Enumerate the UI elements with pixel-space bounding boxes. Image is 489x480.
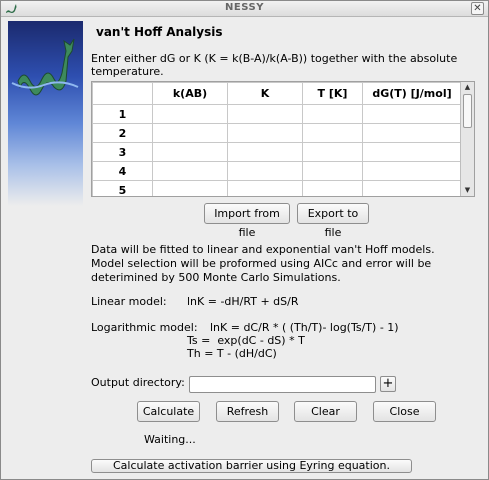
nessy-logo-image [8, 21, 83, 206]
status-text: Waiting... [144, 433, 196, 446]
table-cell[interactable] [152, 142, 228, 162]
info-line-1: Data will be fitted to linear and expone… [91, 243, 435, 256]
column-header-dg[interactable]: dG(T) [J/mol] [362, 82, 462, 105]
table-corner-cell [92, 82, 153, 105]
row-header[interactable]: 5 [92, 180, 153, 196]
table-header-row: k(AB) K T [K] dG(T) [J/mol] [92, 82, 462, 105]
table-row: 4 [92, 161, 462, 181]
scrollbar-thumb[interactable] [463, 94, 472, 128]
import-from-file-button[interactable]: Import from file [204, 203, 290, 239]
info-line-2: Model selection will be proformed using … [91, 257, 432, 270]
window-title: NESSY [225, 2, 264, 13]
table-row: 3 [92, 142, 462, 162]
table-cell[interactable] [227, 180, 303, 196]
output-directory-input[interactable] [189, 376, 376, 393]
table-row: 1 [92, 104, 462, 124]
table-cell[interactable] [152, 123, 228, 143]
clear-button[interactable]: Clear [294, 401, 357, 422]
linear-model-label: Linear model: [91, 295, 167, 308]
table-vertical-scrollbar[interactable]: ▲ ▼ [460, 82, 474, 196]
table-cell[interactable] [152, 161, 228, 181]
column-header-temperature[interactable]: T [K] [302, 82, 363, 105]
table-cell[interactable] [302, 104, 363, 124]
table-cell[interactable] [302, 180, 363, 196]
table-cell[interactable] [302, 142, 363, 162]
vant-hoff-window: NESSY ✕ van't Hoff Analysis Enter either… [0, 0, 489, 480]
row-header[interactable]: 4 [92, 161, 153, 181]
table-cell[interactable] [362, 180, 462, 196]
table-row: 5 [92, 180, 462, 196]
table-row: 2 [92, 123, 462, 143]
scroll-up-icon[interactable]: ▲ [461, 82, 474, 93]
table-cell[interactable] [152, 104, 228, 124]
activation-barrier-button[interactable]: Calculate activation barrier using Eyrin… [91, 459, 412, 473]
close-button[interactable]: Close [373, 401, 436, 422]
row-header[interactable]: 3 [92, 142, 153, 162]
logarithmic-model-equation: lnK = dC/R * ( (Th/T)- log(Ts/T) - 1) [210, 321, 399, 334]
data-table: k(AB) K T [K] dG(T) [J/mol] 1 2 3 4 5 ▲ … [91, 81, 475, 197]
data-grid: k(AB) K T [K] dG(T) [J/mol] 1 2 3 4 5 [92, 82, 462, 196]
scroll-down-icon[interactable]: ▼ [461, 185, 474, 196]
row-header[interactable]: 1 [92, 104, 153, 124]
title-bar: NESSY ✕ [1, 1, 488, 17]
info-line-3: deterimined by 500 Monte Carlo Simulatio… [91, 271, 341, 284]
table-cell[interactable] [152, 180, 228, 196]
export-to-file-button[interactable]: Export to file [297, 203, 369, 239]
table-cell[interactable] [362, 161, 462, 181]
table-cell[interactable] [227, 123, 303, 143]
table-cell[interactable] [362, 123, 462, 143]
column-header-k-ab[interactable]: k(AB) [152, 82, 228, 105]
calculate-button[interactable]: Calculate [137, 401, 200, 422]
row-header[interactable]: 2 [92, 123, 153, 143]
logarithmic-model-label: Logarithmic model: [91, 321, 198, 334]
page-title: van't Hoff Analysis [96, 25, 223, 39]
th-equation: Th = T - (dH/dC) [187, 347, 277, 360]
ts-equation: Ts = exp(dC - dS) * T [187, 334, 305, 347]
sea-monster-icon [11, 38, 79, 96]
column-header-k[interactable]: K [227, 82, 303, 105]
table-cell[interactable] [302, 161, 363, 181]
window-close-button[interactable]: ✕ [471, 2, 484, 15]
browse-directory-button[interactable]: + [380, 376, 396, 392]
output-directory-label: Output directory: [91, 376, 185, 389]
table-cell[interactable] [227, 161, 303, 181]
table-cell[interactable] [362, 104, 462, 124]
table-cell[interactable] [362, 142, 462, 162]
table-cell[interactable] [302, 123, 363, 143]
instructions-text: Enter either dG or K (K = k(B-A)/k(A-B))… [91, 52, 458, 78]
table-cell[interactable] [227, 142, 303, 162]
linear-model-equation: lnK = -dH/RT + dS/R [187, 295, 299, 308]
table-cell[interactable] [227, 104, 303, 124]
refresh-button[interactable]: Refresh [216, 401, 279, 422]
